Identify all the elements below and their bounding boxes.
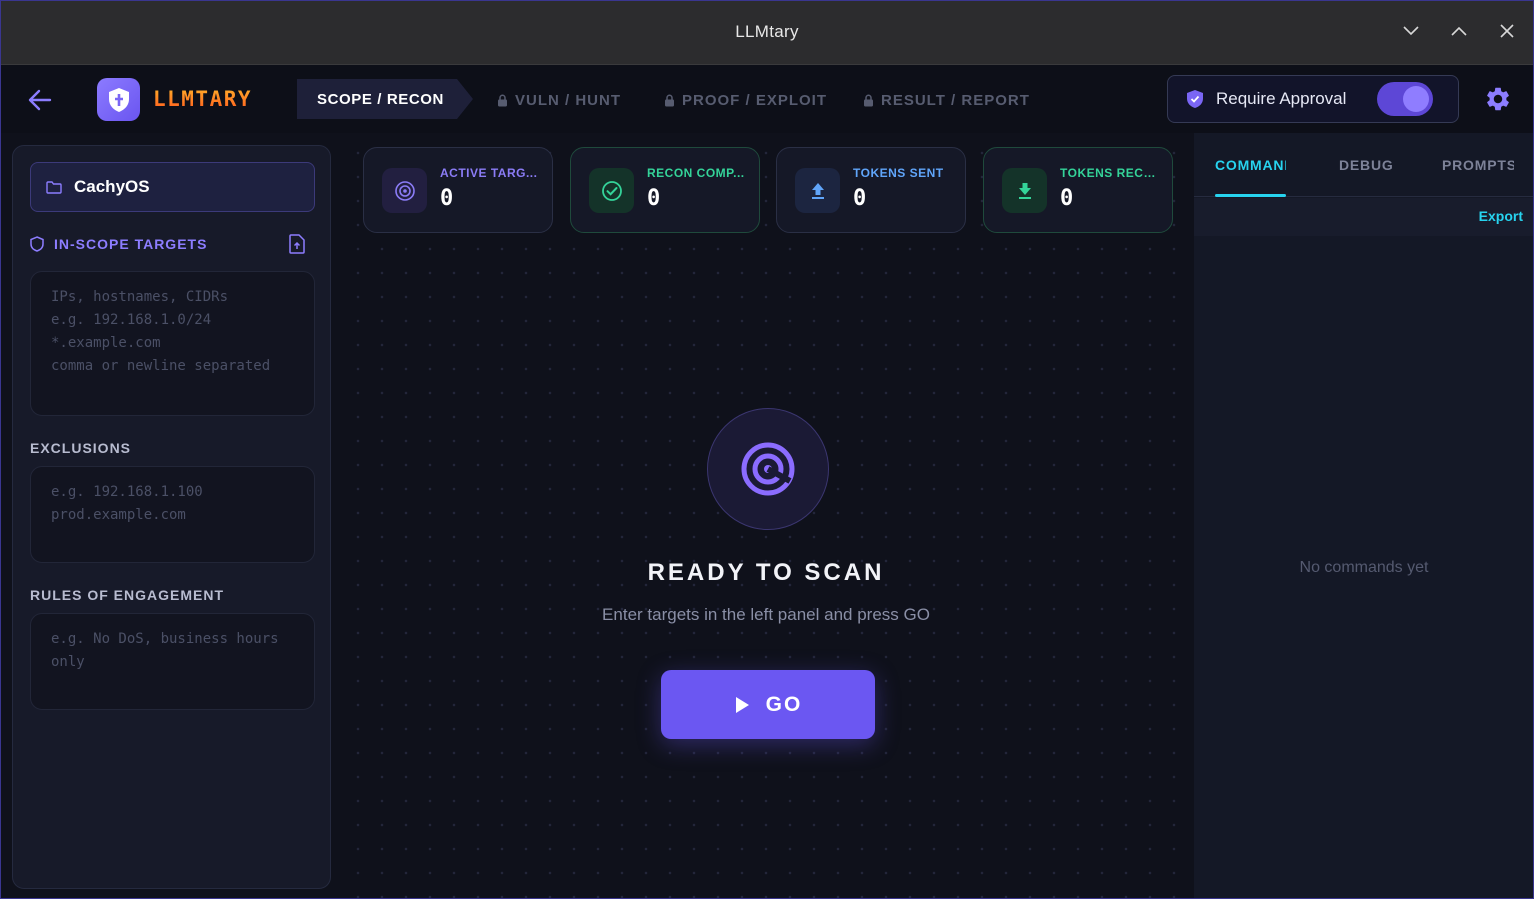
- import-file-icon[interactable]: [288, 234, 308, 254]
- window-controls: [1400, 20, 1518, 42]
- phase-scope-recon[interactable]: SCOPE / RECON: [297, 79, 473, 119]
- roe-input[interactable]: [30, 613, 315, 710]
- go-label: GO: [765, 692, 803, 716]
- phase-proof-exploit[interactable]: PROOF / EXPLOIT: [664, 92, 827, 109]
- lock-icon: [498, 94, 507, 107]
- ready-subtitle: Enter targets in the left panel and pres…: [602, 605, 930, 624]
- stat-card-recon-complete: RECON COMP... 0: [570, 147, 760, 233]
- scope-panel: CachyOS IN-SCOPE TARGETS EXCLUSIONS RULE…: [12, 145, 331, 889]
- go-button[interactable]: GO: [661, 670, 875, 739]
- stat-value: 0: [647, 186, 661, 211]
- stat-card-active-targets: ACTIVE TARG... 0: [363, 147, 553, 233]
- stat-card-tokens-received: TOKENS RECE... 0: [983, 147, 1173, 233]
- app-header: LLMTARY SCOPE / RECON VULN / HUNT PROOF …: [0, 65, 1534, 133]
- stat-label: RECON COMP...: [647, 166, 745, 180]
- shield-check-icon: [1187, 90, 1203, 108]
- check-circle-icon: [589, 168, 634, 213]
- upload-icon: [795, 168, 840, 213]
- phase-label: RESULT / REPORT: [881, 92, 1030, 109]
- export-bar: Export: [1194, 198, 1534, 236]
- phase-label: SCOPE / RECON: [317, 90, 444, 108]
- window-title: LLMtary: [735, 22, 799, 41]
- project-selector[interactable]: CachyOS: [30, 162, 315, 212]
- minimize-icon[interactable]: [1400, 20, 1422, 42]
- require-approval-label: Require Approval: [1216, 89, 1347, 108]
- roe-label: RULES OF ENGAGEMENT: [30, 587, 225, 603]
- stat-value: 0: [853, 186, 867, 211]
- shield-icon: [30, 236, 44, 252]
- phase-label: PROOF / EXPLOIT: [682, 92, 828, 109]
- back-arrow-icon[interactable]: [26, 86, 54, 114]
- empty-commands-message: No commands yet: [1299, 559, 1429, 576]
- close-icon[interactable]: [1496, 20, 1518, 42]
- exclusions-input[interactable]: [30, 466, 315, 563]
- window-titlebar: LLMtary: [0, 0, 1534, 65]
- main-workspace: ACTIVE TARG... 0 RECON COMP... 0 TOKENS …: [338, 133, 1194, 899]
- scope-targets-input[interactable]: [30, 271, 315, 416]
- require-approval-toggle[interactable]: [1377, 82, 1433, 116]
- phase-label: VULN / HUNT: [515, 92, 621, 109]
- maximize-icon[interactable]: [1448, 20, 1470, 42]
- download-icon: [1002, 168, 1047, 213]
- stat-label: ACTIVE TARG...: [440, 166, 538, 180]
- logo-shield-icon: [97, 78, 140, 121]
- play-icon: [735, 696, 749, 713]
- exclusions-label: EXCLUSIONS: [30, 440, 132, 456]
- project-name: CachyOS: [74, 177, 150, 196]
- ready-title: READY TO SCAN: [647, 559, 885, 586]
- scope-label: IN-SCOPE TARGETS: [54, 236, 208, 252]
- active-tab-indicator: [1215, 194, 1286, 197]
- tab-debug[interactable]: DEBUG: [1339, 157, 1394, 173]
- logo-text: LLMTARY: [153, 87, 253, 111]
- lock-icon: [665, 94, 674, 107]
- radar-icon: [382, 168, 427, 213]
- phase-vuln-hunt[interactable]: VULN / HUNT: [497, 92, 621, 109]
- lock-icon: [864, 94, 873, 107]
- tab-commands[interactable]: COMMANDS: [1215, 157, 1286, 173]
- stat-label: TOKENS RECE...: [1060, 166, 1160, 180]
- activity-tabs: COMMANDS DEBUG PROMPTS: [1194, 133, 1534, 197]
- stat-label: TOKENS SENT: [853, 166, 944, 180]
- settings-gear-icon[interactable]: [1484, 85, 1512, 113]
- export-button[interactable]: Export: [1479, 208, 1523, 224]
- tab-prompts[interactable]: PROMPTS: [1442, 157, 1514, 173]
- require-approval-control: Require Approval: [1167, 75, 1459, 123]
- scope-section-header: IN-SCOPE TARGETS: [30, 236, 207, 252]
- stat-card-tokens-sent: TOKENS SENT 0: [776, 147, 966, 233]
- stat-value: 0: [440, 186, 454, 211]
- phase-result-report[interactable]: RESULT / REPORT: [863, 92, 1030, 109]
- radar-target-icon: [707, 408, 829, 530]
- stat-value: 0: [1060, 186, 1074, 211]
- toggle-knob: [1403, 86, 1429, 112]
- folder-icon: [46, 180, 62, 194]
- activity-panel: COMMANDS DEBUG PROMPTS Export No command…: [1194, 133, 1534, 899]
